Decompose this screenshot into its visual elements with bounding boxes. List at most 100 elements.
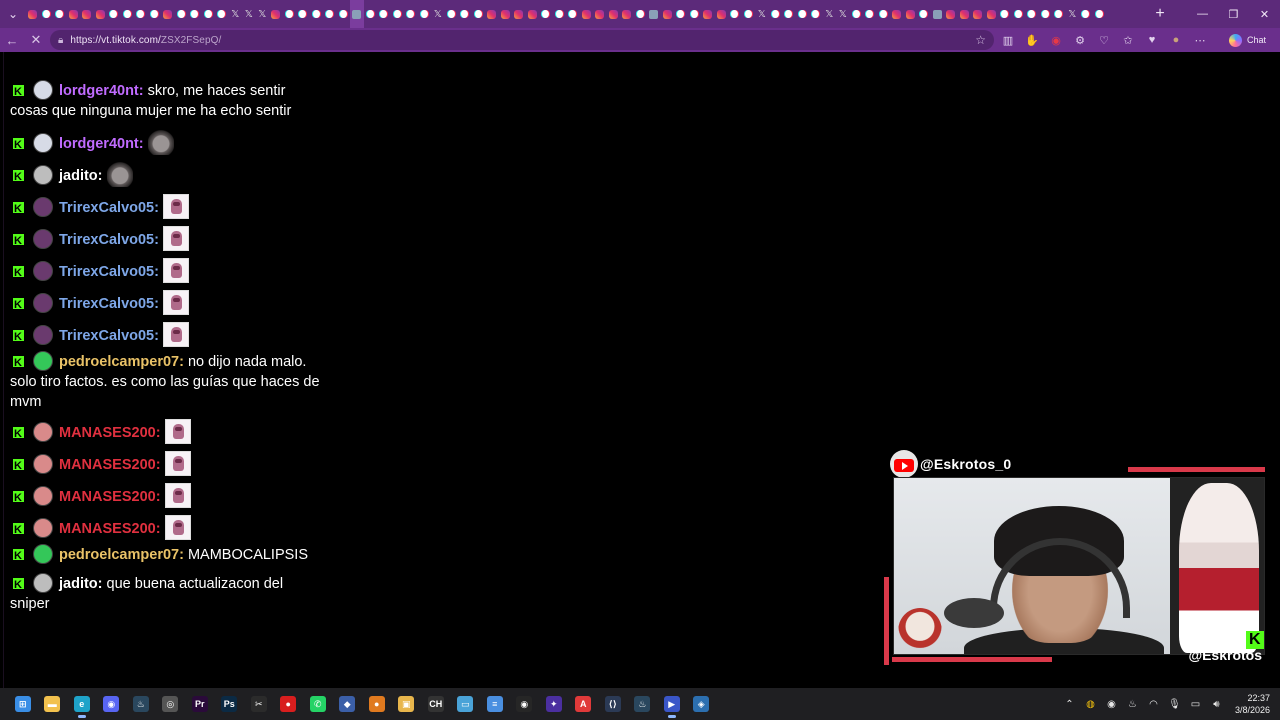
taskbar-edge-browser[interactable]: e [67, 688, 97, 720]
user-avatar[interactable] [33, 80, 53, 100]
browser-tab[interactable] [809, 0, 823, 28]
taskbar-chrome-dev[interactable]: ◎ [156, 688, 186, 720]
clock[interactable]: 22:37 3/8/2026 [1235, 692, 1270, 716]
chrome-tray-icon[interactable]: ◍ [1080, 699, 1101, 710]
taskbar-whatsapp[interactable]: ✆ [303, 688, 333, 720]
taskbar-app-diamond[interactable]: ◈ [687, 688, 717, 720]
chat-username[interactable]: pedroelcamper07: [59, 547, 184, 563]
browser-tab[interactable] [769, 0, 783, 28]
browser-tab[interactable] [688, 0, 702, 28]
browser-tab[interactable] [377, 0, 391, 28]
chat-username[interactable]: MANASES200: [59, 489, 161, 505]
browser-tab[interactable] [877, 0, 891, 28]
user-avatar[interactable] [33, 454, 53, 474]
browser-tab[interactable] [958, 0, 972, 28]
browser-tab[interactable]: 𝕏 [1066, 0, 1080, 28]
user-avatar[interactable] [33, 197, 53, 217]
browser-tab[interactable] [94, 0, 108, 28]
browser-essentials-icon[interactable]: ♡ [1092, 28, 1116, 52]
chat-username[interactable]: lordger40nt: [59, 83, 144, 99]
volume-icon[interactable]: 🔊︎ [1206, 699, 1227, 710]
network-icon[interactable]: ▭ [1185, 699, 1206, 710]
browser-tab[interactable] [661, 0, 675, 28]
browser-tab[interactable] [445, 0, 459, 28]
extension-red-icon[interactable]: ◉ [1044, 28, 1068, 52]
profile-avatar[interactable]: ● [1164, 28, 1188, 52]
taskbar-record-app[interactable]: ● [274, 688, 304, 720]
browser-tab[interactable] [742, 0, 756, 28]
taskbar-steam[interactable]: ♨ [126, 688, 156, 720]
browser-tab[interactable] [499, 0, 513, 28]
chat-username[interactable]: TrirexCalvo05: [59, 232, 159, 248]
user-avatar[interactable] [33, 422, 53, 442]
browser-tab[interactable] [904, 0, 918, 28]
browser-tab[interactable] [715, 0, 729, 28]
browser-tab[interactable] [1093, 0, 1107, 28]
browser-tab[interactable] [782, 0, 796, 28]
browser-tab[interactable] [215, 0, 229, 28]
taskbar-ch-app[interactable]: CH [421, 688, 451, 720]
steam-tray-icon[interactable]: ♨ [1122, 699, 1143, 710]
browser-tab[interactable] [310, 0, 324, 28]
browser-tab[interactable] [580, 0, 594, 28]
chat-username[interactable]: pedroelcamper07: [59, 354, 184, 370]
maximize-button[interactable]: ❐ [1218, 0, 1249, 28]
browser-tab[interactable] [107, 0, 121, 28]
browser-tab[interactable] [971, 0, 985, 28]
browser-tab[interactable] [512, 0, 526, 28]
address-bar[interactable]: 🔒︎ https://vt.tiktok.com/ZSX2FSepQ/ ☆ [50, 30, 994, 50]
browser-tab[interactable] [850, 0, 864, 28]
browser-tab[interactable]: 𝕏 [823, 0, 837, 28]
browser-tab[interactable] [998, 0, 1012, 28]
user-avatar[interactable] [33, 518, 53, 538]
taskbar-windows-start[interactable]: ⊞ [8, 688, 38, 720]
taskbar-app-code[interactable]: ⟨⟩ [598, 688, 628, 720]
browser-tab[interactable] [161, 0, 175, 28]
discord-tray-icon[interactable]: ◉ [1101, 699, 1122, 710]
browser-tab[interactable] [917, 0, 931, 28]
browser-tab[interactable] [728, 0, 742, 28]
browser-tab[interactable] [863, 0, 877, 28]
chat-username[interactable]: TrirexCalvo05: [59, 264, 159, 280]
browser-tab[interactable] [175, 0, 189, 28]
browser-tab[interactable] [1012, 0, 1026, 28]
microphone-tray-icon[interactable]: 🎙︎ [1164, 699, 1185, 710]
browser-tab[interactable]: 𝕏 [229, 0, 243, 28]
browser-tab[interactable] [985, 0, 999, 28]
browser-tab[interactable] [647, 0, 661, 28]
chat-username[interactable]: MANASES200: [59, 457, 161, 473]
new-tab-button[interactable]: + [1150, 5, 1170, 23]
browser-tab[interactable] [391, 0, 405, 28]
more-menu-icon[interactable]: ⋯ [1188, 28, 1212, 52]
taskbar-app-game[interactable]: ✦ [539, 688, 569, 720]
browser-tab[interactable] [607, 0, 621, 28]
browser-tab[interactable]: 𝕏 [836, 0, 850, 28]
user-avatar[interactable] [33, 573, 53, 593]
user-avatar[interactable] [33, 229, 53, 249]
chat-username[interactable]: MANASES200: [59, 425, 161, 441]
chat-username[interactable]: TrirexCalvo05: [59, 200, 159, 216]
browser-tab[interactable] [1025, 0, 1039, 28]
browser-tab[interactable] [472, 0, 486, 28]
browser-tab[interactable] [296, 0, 310, 28]
browser-tab[interactable] [1039, 0, 1053, 28]
copilot-chat-button[interactable]: Chat [1228, 31, 1266, 49]
browser-tab[interactable] [364, 0, 378, 28]
wifi-icon[interactable]: ◠ [1143, 699, 1164, 710]
chat-username[interactable]: TrirexCalvo05: [59, 296, 159, 312]
browser-tab[interactable] [566, 0, 580, 28]
chat-username[interactable]: jadito: [59, 168, 103, 184]
taskbar-app-pdf[interactable]: A [569, 688, 599, 720]
extension-hand-icon[interactable]: ✋ [1020, 28, 1044, 52]
minimize-button[interactable]: — [1187, 0, 1218, 28]
browser-tab[interactable] [418, 0, 432, 28]
browser-tab[interactable] [458, 0, 472, 28]
extensions-puzzle-icon[interactable]: ⚙ [1068, 28, 1092, 52]
browser-tab[interactable] [539, 0, 553, 28]
taskbar-file-explorer[interactable]: ▬ [38, 688, 68, 720]
user-avatar[interactable] [33, 325, 53, 345]
browser-tab[interactable] [1079, 0, 1093, 28]
taskbar-app-screen[interactable]: ▭ [451, 688, 481, 720]
browser-tab[interactable]: 𝕏 [242, 0, 256, 28]
taskbar-photoshop[interactable]: Ps [215, 688, 245, 720]
